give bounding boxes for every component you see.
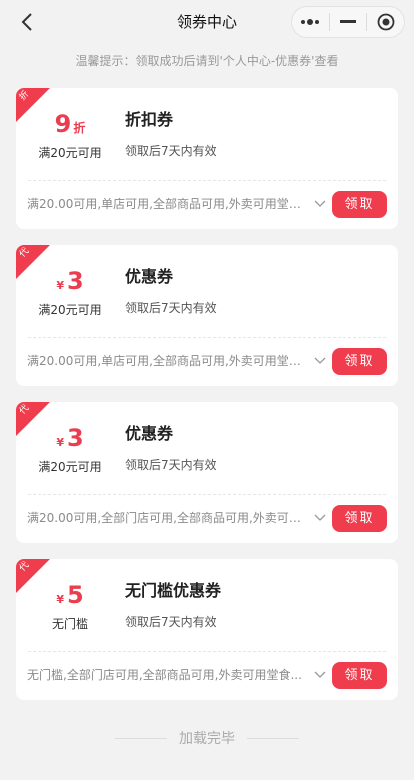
- coupon-name: 无门槛优惠券: [125, 581, 222, 600]
- dashed-divider: [28, 180, 386, 181]
- footer-line-left: [115, 737, 167, 739]
- close-button[interactable]: [367, 7, 404, 37]
- amount-unit: 折: [73, 121, 86, 135]
- target-close-icon: [377, 13, 395, 31]
- coupon-amount: ¥3: [22, 263, 118, 299]
- coupon-amount: ¥5: [22, 577, 118, 613]
- coupon-card: 代 ¥3 满20元可用 优惠券 领取后7天内有效 满20.00可用,全部门店可用…: [16, 402, 398, 543]
- expand-button[interactable]: [312, 353, 328, 369]
- coupon-condition: 满20元可用: [38, 303, 102, 317]
- coupon-card: 代 ¥3 满20元可用 优惠券 领取后7天内有效 满20.00可用,单店可用,全…: [16, 245, 398, 386]
- more-dots-icon: [301, 19, 320, 25]
- coupon-condition: 无门槛: [51, 617, 88, 631]
- coupon-info: 无门槛优惠券 领取后7天内有效: [125, 579, 221, 630]
- coupon-description: 满20.00可用,单店可用,全部商品可用,外卖可用堂食...: [27, 354, 307, 368]
- coupon-value-block: ¥3 满20元可用: [22, 263, 118, 318]
- currency-symbol: ¥: [56, 279, 64, 292]
- coupon-info: 优惠券 领取后7天内有效: [125, 422, 217, 473]
- claim-button[interactable]: 领取: [332, 348, 387, 375]
- coupon-condition: 满20元可用: [38, 146, 102, 160]
- expand-button[interactable]: [312, 510, 328, 526]
- coupon-name: 折扣券: [125, 110, 174, 129]
- coupon-description: 满20.00可用,单店可用,全部商品可用,外卖可用堂食...: [27, 197, 307, 211]
- chevron-down-icon: [314, 357, 326, 364]
- navigation-bar: 领券中心: [0, 0, 414, 44]
- load-complete-footer: 加载完毕: [0, 726, 414, 750]
- amount-number: 3: [66, 267, 84, 295]
- minimize-icon: [340, 20, 356, 23]
- coupon-value-block: ¥5 无门槛: [22, 577, 118, 632]
- coupon-info: 折扣券 领取后7天内有效: [125, 108, 217, 159]
- coupon-list: 折 9折 满20元可用 折扣券 领取后7天内有效 满20.00可用,单店可用,全…: [16, 88, 398, 716]
- load-complete-text: 加载完毕: [179, 731, 235, 747]
- coupon-value-block: 9折 满20元可用: [22, 106, 118, 161]
- coupon-validity: 领取后7天内有效: [125, 301, 217, 315]
- coupon-name: 优惠券: [125, 267, 174, 286]
- currency-symbol: ¥: [56, 436, 64, 449]
- more-button[interactable]: [292, 7, 329, 37]
- currency-symbol: ¥: [56, 593, 64, 606]
- tip-text: 温馨提示：领取成功后请到'个人中心-优惠券'查看: [75, 54, 339, 68]
- coupon-card: 折 9折 满20元可用 折扣券 领取后7天内有效 满20.00可用,单店可用,全…: [16, 88, 398, 229]
- footer-line-right: [247, 737, 299, 739]
- capsule-menu: [291, 6, 405, 38]
- amount-number: 9: [54, 110, 72, 138]
- chevron-down-icon: [314, 671, 326, 678]
- expand-button[interactable]: [312, 667, 328, 683]
- dashed-divider: [28, 337, 386, 338]
- minimize-button[interactable]: [330, 7, 367, 37]
- amount-number: 5: [66, 581, 84, 609]
- coupon-description: 满20.00可用,全部门店可用,全部商品可用,外卖可用...: [27, 511, 307, 525]
- claim-button[interactable]: 领取: [332, 505, 387, 532]
- coupon-description: 无门槛,全部门店可用,全部商品可用,外卖可用堂食...: [27, 668, 302, 682]
- coupon-validity: 领取后7天内有效: [125, 615, 217, 629]
- coupon-validity: 领取后7天内有效: [125, 458, 217, 472]
- coupon-validity: 领取后7天内有效: [125, 144, 217, 158]
- dashed-divider: [28, 494, 386, 495]
- claim-button[interactable]: 领取: [332, 191, 387, 218]
- chevron-down-icon: [314, 514, 326, 521]
- coupon-card: 代 ¥5 无门槛 无门槛优惠券 领取后7天内有效 无门槛,全部门店可用,全部商品…: [16, 559, 398, 700]
- claim-button[interactable]: 领取: [332, 662, 387, 689]
- dashed-divider: [28, 651, 386, 652]
- expand-button[interactable]: [312, 196, 328, 212]
- coupon-value-block: ¥3 满20元可用: [22, 420, 118, 475]
- coupon-amount: 9折: [22, 106, 118, 142]
- amount-number: 3: [66, 424, 84, 452]
- chevron-down-icon: [314, 200, 326, 207]
- coupon-name: 优惠券: [125, 424, 174, 443]
- coupon-amount: ¥3: [22, 420, 118, 456]
- coupon-condition: 满20元可用: [38, 460, 102, 474]
- coupon-info: 优惠券 领取后7天内有效: [125, 265, 217, 316]
